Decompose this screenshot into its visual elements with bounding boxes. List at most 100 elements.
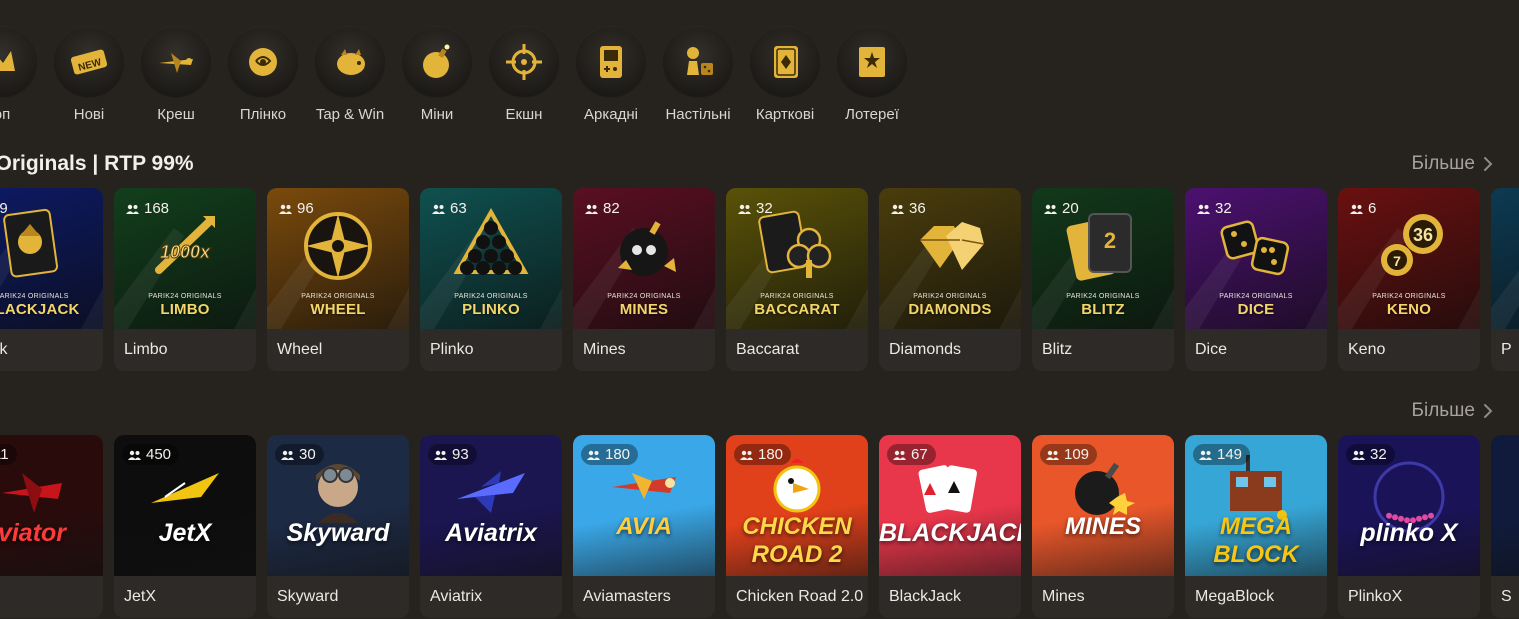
game-logo-text: DICE [1237,301,1275,318]
game-title: BlackJack [889,588,962,605]
category-label: Tap & Win [315,106,385,123]
player-count-value: 6 [1368,200,1377,217]
category-item-3[interactable]: Плінко [227,26,299,123]
game-card[interactable]: 149 MEGA BLOCK MegaBlock [1185,435,1327,618]
game-brand: PARIK24 ORIGINALS [301,293,375,300]
game-card[interactable]: P [1491,188,1519,371]
game-card[interactable]: 67 BLACKJACK BlackJack [879,435,1021,618]
crash-games-row: 11 viator tor 450 JetX JetX [0,435,1519,618]
player-count-value: 93 [452,446,469,463]
player-count: 180 [734,444,792,465]
game-card[interactable]: S [1491,435,1519,618]
player-count: 32 [738,200,773,217]
game-logo-text: LIMBO [160,301,210,318]
player-count: 32 [1197,200,1232,217]
thumbnail-stripe [1491,270,1519,329]
player-count-value: 450 [146,446,172,463]
category-item-5[interactable]: Міни [401,26,473,123]
category-item-9[interactable]: Карткові [749,26,821,123]
game-logo-text: MINES [619,301,669,318]
category-item-2[interactable]: Креш [140,26,212,123]
game-card[interactable]: 2 20 PARIK24 ORIGINALS BLITZ Blitz [1032,188,1174,371]
game-thumbnail: 96 PARIK24 ORIGINALS WHEEL [267,188,409,329]
category-circle: NEW [53,26,125,98]
player-count: 96 [279,200,314,217]
category-item-10[interactable]: Лотереї [836,26,908,123]
card-icon [774,46,798,78]
game-card[interactable]: 11 viator tor [0,435,103,618]
game-thumbnail [1491,435,1519,576]
player-count-value: 36 [909,200,926,217]
game-title: Mines [583,341,626,358]
game-card[interactable]: 32 plinko X PlinkoX [1338,435,1480,618]
game-title: Diamonds [889,341,962,358]
svg-text:1000x: 1000x [160,242,211,262]
game-card[interactable]: 63 PARIK24 ORIGINALS PLINKO Plinko [420,188,562,371]
game-thumbnail: 30 Skyward [267,435,409,576]
originals-more-link[interactable]: Більше [1412,153,1494,175]
player-count-value: 11 [0,446,9,463]
player-count-value: 149 [1217,446,1243,463]
game-card[interactable]: 180 CHICKEN ROAD 2 Chicken Road 2.0 [726,435,868,618]
player-count-value: 180 [758,446,784,463]
category-item-4[interactable]: Tap & Win [314,26,386,123]
game-card[interactable]: 36 7 6 PARIK24 ORIGINALS KENO Keno [1338,188,1480,371]
game-title: kjack [0,341,8,358]
game-card[interactable]: 82 PARIK24 ORIGINALS MINES Mines [573,188,715,371]
player-count-value: 96 [297,200,314,217]
bomb-icon [423,44,450,78]
game-logo-text: CHICKEN ROAD 2 [742,513,852,568]
game-logo-text: plinko X [1360,519,1458,547]
player-count-value: 67 [911,446,928,463]
game-logo-text: BLACKJACK [0,301,80,318]
players-icon [587,450,600,460]
game-card[interactable]: 450 JetX JetX [114,435,256,618]
casino-lobby: оп NEW Нові Креш Плінко Tap & Win Міни Е… [0,0,1519,619]
game-card[interactable]: 32 PARIK24 ORIGINALS DICE Dice [1185,188,1327,371]
game-title: PlinkoX [1348,588,1403,605]
game-card[interactable]: 96 PARIK24 ORIGINALS WHEEL Wheel [267,188,409,371]
game-thumbnail: 1000x 168 PARIK24 ORIGINALS LIMBO [114,188,256,329]
player-count: 32 [1346,444,1395,465]
originals-row: 49 PARIK24 ORIGINALS BLACKJACK kjack 100… [0,188,1519,371]
category-item-0[interactable]: оп [0,26,38,123]
game-brand: PARIK24 ORIGINALS [760,293,834,300]
category-item-8[interactable]: Настільні [662,26,734,123]
game-thumbnail: 36 7 6 PARIK24 ORIGINALS KENO [1338,188,1480,329]
game-thumbnail: 180 AVIA [573,435,715,576]
game-logo-text: PLINKO [462,301,520,318]
game-card[interactable]: 180 AVIA Aviamasters [573,435,715,618]
category-circle [227,26,299,98]
game-brand: PARIK24 ORIGINALS [454,293,528,300]
game-card[interactable]: 1000x 168 PARIK24 ORIGINALS LIMBO Limbo [114,188,256,371]
game-card[interactable]: 30 Skyward Skyward [267,435,409,618]
game-card[interactable]: 49 PARIK24 ORIGINALS BLACKJACK kjack [0,188,103,371]
game-title: Baccarat [736,341,800,358]
category-circle [662,26,734,98]
game-card[interactable]: 32 PARIK24 ORIGINALS BACCARAT Baccarat [726,188,868,371]
more-label: Більше [1411,153,1476,174]
player-count-value: 32 [756,200,773,217]
game-card[interactable]: 93 Aviatrix Aviatrix [420,435,562,618]
game-thumbnail: 67 BLACKJACK [879,435,1021,576]
game-logo-text: BLACKJACK [879,519,1021,547]
crosshair-icon [506,44,542,80]
game-logo-text: AVIA [616,513,672,540]
category-label: Нові [73,106,105,123]
game-brand: PARIK24 ORIGINALS [1219,293,1293,300]
category-item-1[interactable]: NEW Нові [53,26,125,123]
game-card[interactable]: 36 PARIK24 ORIGINALS DIAMONDS Diamonds [879,188,1021,371]
game-card[interactable]: 109 MINES Mines [1032,435,1174,618]
game-thumbnail: 63 PARIK24 ORIGINALS PLINKO [420,188,562,329]
game-thumbnail: 36 PARIK24 ORIGINALS DIAMONDS [879,188,1021,329]
game-brand: PARIK24 ORIGINALS [913,293,987,300]
players-icon [434,450,447,460]
category-item-7[interactable]: Аркадні [575,26,647,123]
game-thumbnail: 450 JetX [114,435,256,576]
crash-more-link[interactable]: Більше [1412,400,1494,422]
player-count-value: 32 [1370,446,1387,463]
category-item-6[interactable]: Екшн [488,26,560,123]
game-brand: PARIK24 ORIGINALS [1372,293,1446,300]
players-icon [1199,450,1212,460]
players-icon [738,204,751,214]
